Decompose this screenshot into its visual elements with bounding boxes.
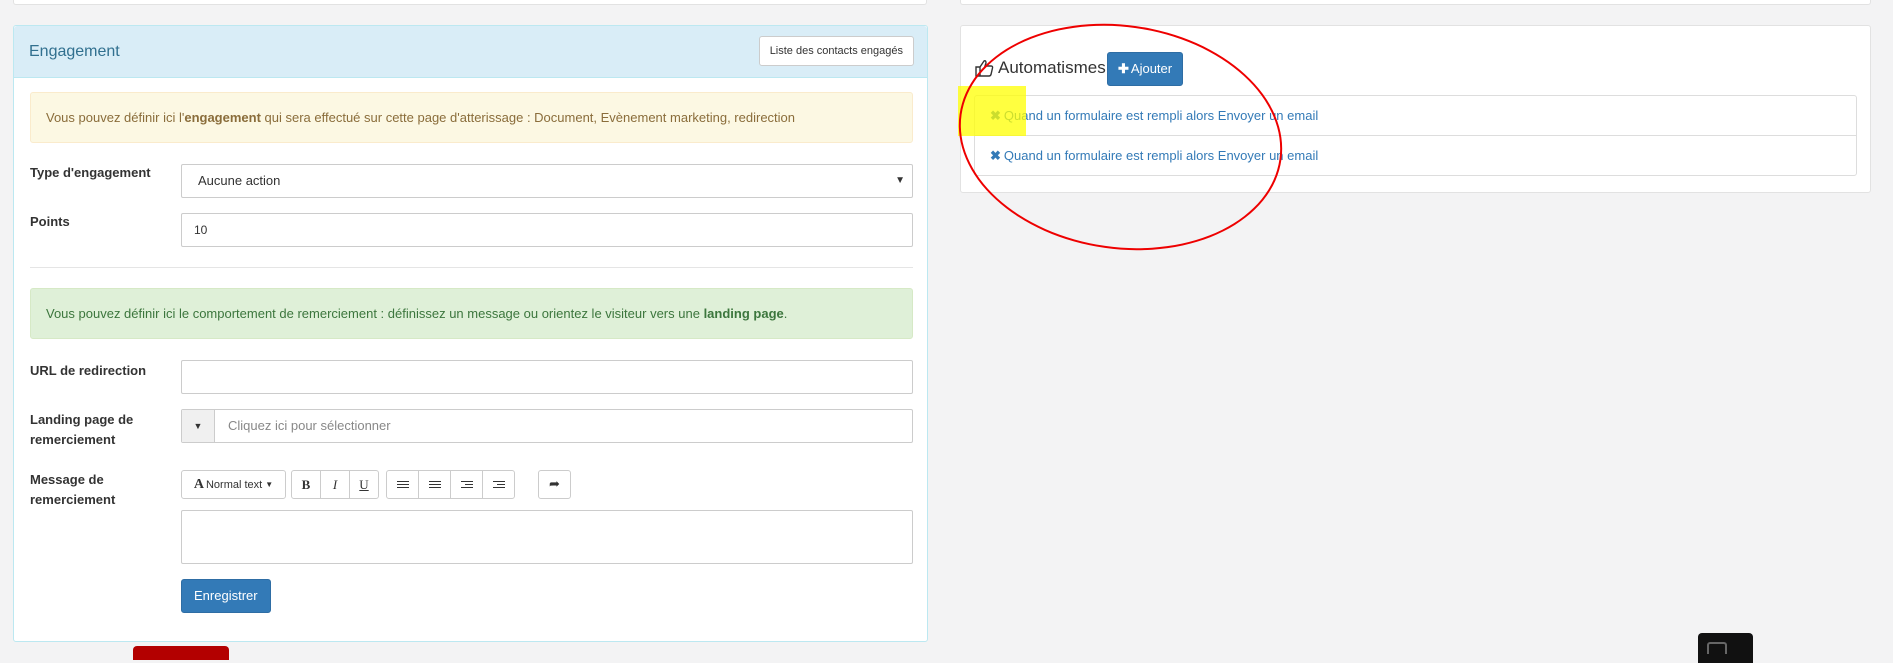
format-group: B I U: [291, 470, 379, 499]
share-button[interactable]: ➦: [538, 470, 571, 499]
thanks-message-label: Message de remerciement: [30, 472, 116, 507]
font-icon: A: [193, 476, 204, 492]
caret-down-icon: ▼: [265, 480, 274, 489]
caret-down-icon[interactable]: ▼: [182, 410, 215, 442]
caret-down-icon: ▼: [895, 175, 905, 186]
share-icon: ➦: [549, 477, 560, 492]
bold-button[interactable]: B: [291, 470, 321, 499]
delete-icon[interactable]: ✖: [990, 148, 1001, 163]
outdent-icon: [460, 479, 473, 490]
thumbs-up-icon: [975, 60, 994, 77]
text-style-group: A Normal text ▼: [181, 470, 286, 499]
italic-button[interactable]: I: [320, 470, 350, 499]
indent-icon: [492, 479, 505, 490]
engagement-panel-heading: Engagement Liste des contacts engagés: [14, 26, 927, 78]
unordered-list-icon: [396, 479, 409, 490]
engagement-info-text-post: qui sera effectué sur cette page d'atter…: [260, 110, 796, 125]
engagement-title: Engagement: [29, 43, 120, 60]
landing-page-select[interactable]: ▼ Cliquez ici pour sélectionner: [181, 409, 913, 443]
floating-red-widget[interactable]: [133, 646, 229, 660]
thanks-info-text-bold: landing page: [703, 306, 784, 321]
engaged-contacts-button[interactable]: Liste des contacts engagés: [758, 36, 914, 66]
indent-button[interactable]: [482, 470, 515, 499]
engagement-info-text-bold: engagement: [184, 110, 261, 125]
section-divider: [30, 267, 913, 268]
redirect-url-label: URL de redirection: [30, 363, 147, 378]
landing-page-placeholder: Cliquez ici pour sélectionner: [228, 418, 391, 433]
automation-item-label[interactable]: Quand un formulaire est rempli alors Env…: [1004, 108, 1318, 123]
add-automation-label: Ajouter: [1130, 61, 1173, 76]
engagement-panel: Engagement Liste des contacts engagés Vo…: [13, 25, 928, 642]
top-panel-edge-left: [13, 0, 927, 5]
text-style-value: Normal text: [205, 478, 263, 491]
ordered-list-icon: [428, 479, 441, 490]
automations-panel: Automatismes ✚ Ajouter ✖ Quand un formulai…: [960, 25, 1871, 193]
text-style-dropdown[interactable]: A Normal text ▼: [181, 470, 286, 499]
thanks-info-text-post: .: [783, 306, 788, 321]
points-input[interactable]: 10: [181, 213, 913, 247]
automation-item[interactable]: ✖ Quand un formulaire est rempli alors En…: [974, 95, 1857, 136]
redirect-url-input[interactable]: [181, 360, 913, 394]
automation-item-label[interactable]: Quand un formulaire est rempli alors Env…: [1004, 148, 1318, 163]
automations-header: Automatismes: [974, 58, 1106, 78]
underline-button[interactable]: U: [349, 470, 379, 499]
engagement-type-value: Aucune action: [198, 173, 281, 188]
unordered-list-button[interactable]: [386, 470, 419, 499]
plus-icon: ✚: [1118, 61, 1129, 76]
engagement-type-label: Type d'engagement: [30, 165, 151, 180]
automation-list: ✖ Quand un formulaire est rempli alors En…: [974, 95, 1857, 176]
thanks-info-text-pre: Vous pouvez définir ici le comportement …: [46, 306, 704, 321]
thanks-message-editor[interactable]: [181, 510, 913, 564]
add-automation-button[interactable]: ✚ Ajouter: [1107, 52, 1184, 86]
engagement-type-select[interactable]: Aucune action ▼: [181, 164, 913, 198]
landing-page-label: Landing page de remerciement: [30, 412, 134, 447]
chat-icon: [1707, 642, 1727, 654]
save-button[interactable]: Enregistrer: [181, 579, 271, 613]
points-label: Points: [30, 214, 70, 229]
delete-icon[interactable]: ✖: [990, 108, 1001, 123]
link-group: ➦: [538, 470, 571, 499]
list-group: [386, 470, 515, 499]
thanks-info-alert: Vous pouvez définir ici le comportement …: [30, 288, 913, 339]
points-value: 10: [194, 223, 208, 237]
engagement-info-text-pre: Vous pouvez définir ici l': [46, 110, 185, 125]
top-panel-edge-right: [960, 0, 1871, 5]
automation-item[interactable]: ✖ Quand un formulaire est rempli alors En…: [974, 135, 1857, 176]
engagement-info-alert: Vous pouvez définir ici l'engagement qui…: [30, 92, 913, 143]
automations-title: Automatismes: [998, 58, 1106, 77]
outdent-button[interactable]: [450, 470, 483, 499]
ordered-list-button[interactable]: [418, 470, 451, 499]
